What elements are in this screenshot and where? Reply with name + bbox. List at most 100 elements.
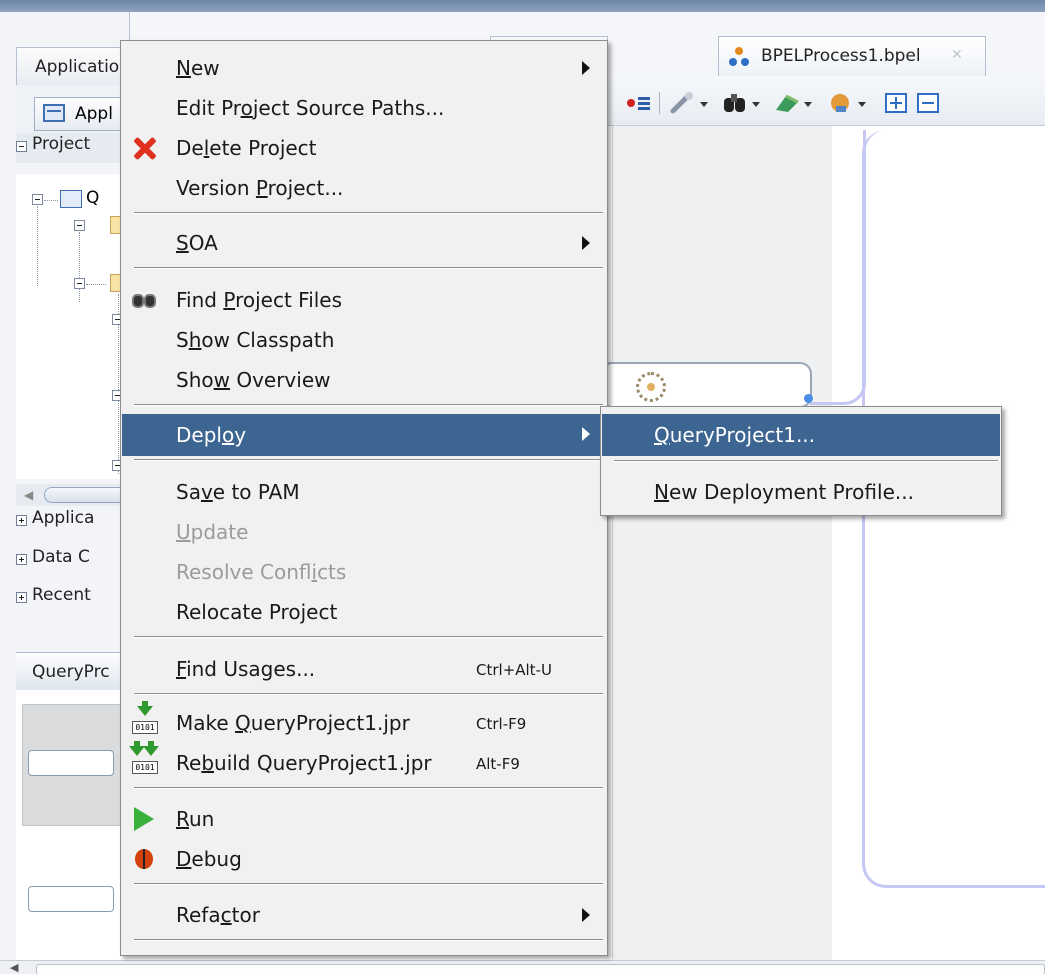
menu-separator: [134, 212, 603, 214]
menu-item-make-project[interactable]: 0101 Make QueryProject1.jpr Ctrl-F9: [122, 701, 606, 743]
menu-item-show-classpath[interactable]: Show Classpath: [122, 320, 606, 360]
menu-item-new-deployment-profile[interactable]: New Deployment Profile...: [602, 472, 1000, 512]
menu-item-rebuild-project[interactable]: 0101 Rebuild QueryProject1.jpr Alt-F9: [122, 741, 606, 783]
expand-icon[interactable]: [16, 554, 27, 565]
menu-item-debug[interactable]: Debug: [122, 839, 606, 879]
breakpoint-icon[interactable]: [626, 92, 652, 114]
expand-icon[interactable]: [16, 515, 27, 526]
menu-item-label: Rebuild QueryProject1.jpr: [176, 751, 432, 775]
tree-root-label[interactable]: Q: [86, 188, 99, 208]
submenu-arrow-icon: [582, 236, 590, 250]
menu-item-run[interactable]: Run: [122, 799, 606, 839]
menu-item-soa[interactable]: SOA: [122, 223, 606, 263]
menu-item-label: Edit Project Source Paths...: [176, 96, 445, 120]
application-button-label: Appl: [75, 104, 113, 124]
submenu-arrow-icon: [582, 908, 590, 922]
expand-all-icon[interactable]: [884, 92, 908, 114]
menu-separator: [134, 404, 603, 406]
menu-item-save-to-pam[interactable]: Save to PAM: [122, 472, 606, 512]
install-icon[interactable]: [828, 92, 870, 114]
menu-item-relocate-project[interactable]: Relocate Project: [122, 592, 606, 632]
menu-item-label: Update: [176, 520, 249, 544]
menu-item-label: Version Project...: [176, 176, 344, 200]
window-title-strip: [0, 0, 1045, 12]
close-tab-icon[interactable]: ✕: [951, 47, 963, 63]
scroll-track[interactable]: [36, 964, 1045, 974]
menu-item-label: SOA: [176, 231, 218, 255]
menu-item-find-project-files[interactable]: Find Project Files: [122, 280, 606, 320]
menu-item-edit-project-source-paths[interactable]: Edit Project Source Paths...: [122, 88, 606, 128]
bpel-process-icon: [729, 47, 749, 67]
application-icon: [43, 104, 65, 122]
tree-horizontal-scrollbar[interactable]: ◀: [16, 484, 144, 506]
menu-item-show-overview[interactable]: Show Overview: [122, 360, 606, 400]
data-controls-section-header[interactable]: Data C: [16, 546, 130, 576]
tab-label: BPELProcess1.bpel: [761, 46, 921, 66]
menu-item-find-usages[interactable]: Find Usages... Ctrl+Alt-U: [122, 649, 606, 689]
connector-anchor[interactable]: [804, 394, 813, 403]
menu-item-label: QueryProject1...: [654, 423, 816, 447]
find-icon[interactable]: [722, 92, 764, 114]
menu-item-resolve-conflicts: Resolve Conflicts: [122, 552, 606, 592]
menu-separator: [134, 636, 603, 638]
horizontal-scrollbar[interactable]: ◀: [0, 960, 1045, 974]
menu-item-label: Run: [176, 807, 215, 831]
diagram-thumbnail[interactable]: [16, 690, 138, 960]
menu-separator: [134, 883, 603, 885]
scroll-left-icon[interactable]: ◀: [24, 488, 33, 502]
deploy-submenu: QueryProject1... New Deployment Profile.…: [600, 406, 1002, 516]
menu-item-version-project[interactable]: Version Project...: [122, 168, 606, 208]
menu-separator: [134, 267, 603, 269]
section-label: Applica: [32, 508, 95, 528]
submenu-arrow-icon: [582, 427, 590, 441]
menu-separator: [134, 693, 603, 695]
tree-line: [86, 284, 106, 285]
run-icon: [130, 805, 158, 833]
collapse-icon[interactable]: [16, 141, 27, 152]
menu-item-refactor[interactable]: Refactor: [122, 895, 606, 935]
thumbnail-activity: [28, 750, 114, 776]
recent-files-section-header[interactable]: Recent: [16, 584, 130, 614]
menu-item-delete-project[interactable]: Delete Project: [122, 128, 606, 168]
expand-icon[interactable]: [16, 592, 27, 603]
menu-item-shortcut: Alt-F9: [476, 755, 520, 773]
projects-section-header[interactable]: Project: [16, 133, 130, 163]
tab-structure-overview[interactable]: QueryPrc: [16, 652, 130, 690]
gear-icon: [636, 372, 666, 402]
menu-item-label: Delete Project: [176, 136, 317, 160]
tree-expander-icon[interactable]: [74, 278, 85, 289]
menu-item-new[interactable]: New: [122, 48, 606, 88]
bpel-activity-node[interactable]: [600, 362, 812, 408]
menu-item-deploy-queryproject1[interactable]: QueryProject1...: [602, 414, 1000, 456]
scroll-left-icon[interactable]: ◀: [10, 961, 18, 974]
tree-expander-icon[interactable]: [32, 194, 43, 205]
section-label: Recent: [32, 585, 91, 605]
make-icon: 0101: [130, 701, 158, 734]
diagram-swimlane: [612, 126, 832, 960]
application-navigator-panel: Applicatio Appl Project Q ◀ Applica Data…: [0, 12, 144, 962]
applications-section-header[interactable]: Applica: [16, 507, 130, 537]
toolbar-separator: [659, 92, 660, 114]
project-tree: Q: [16, 174, 132, 479]
deploy-icon[interactable]: [774, 92, 816, 114]
menu-item-shortcut: Ctrl+Alt-U: [476, 661, 552, 679]
menu-separator: [134, 787, 603, 789]
delete-icon: [130, 134, 158, 162]
jdeveloper-window: Applicatio Appl Project Q ◀ Applica Data…: [0, 0, 1045, 974]
menu-item-label: Show Classpath: [176, 328, 335, 352]
menu-separator: [134, 459, 603, 461]
menu-item-label: New: [176, 56, 220, 80]
menu-item-label: Make QueryProject1.jpr: [176, 711, 410, 735]
tree-expander-icon[interactable]: [74, 220, 85, 231]
menu-item-label: Find Project Files: [176, 288, 343, 312]
tab-bpelprocess1[interactable]: BPELProcess1.bpel ✕: [718, 36, 986, 76]
menu-item-shortcut: Ctrl-F9: [476, 715, 527, 733]
menu-item-deploy[interactable]: Deploy: [122, 414, 606, 456]
tab-applications[interactable]: Applicatio: [16, 47, 130, 85]
application-dropdown-button[interactable]: Appl: [34, 97, 130, 131]
menu-item-label: Resolve Conflicts: [176, 560, 347, 584]
collapse-all-icon[interactable]: [916, 92, 940, 114]
wrench-icon[interactable]: [670, 92, 710, 114]
project-folder-icon: [60, 190, 82, 208]
project-context-menu: New Edit Project Source Paths... Delete …: [120, 40, 608, 956]
